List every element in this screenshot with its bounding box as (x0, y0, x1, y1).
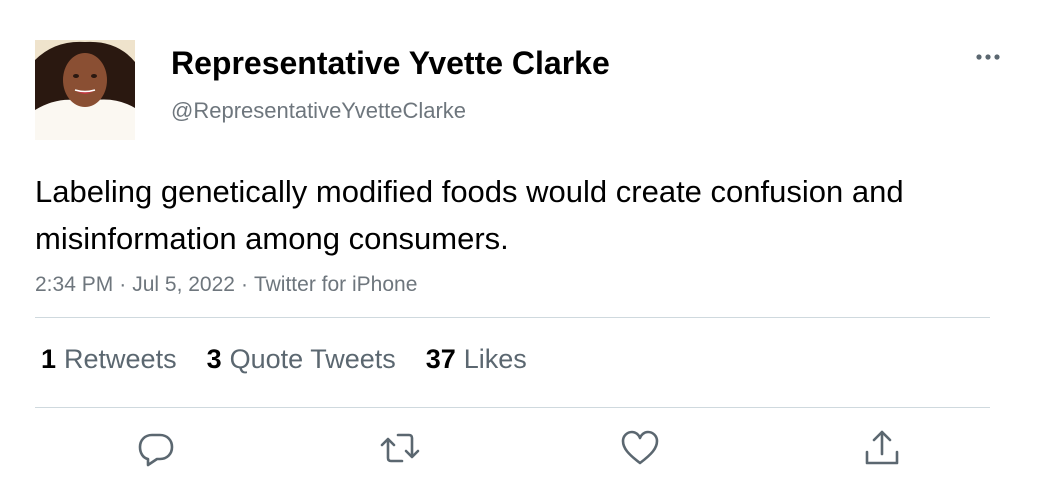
reply-icon[interactable] (136, 428, 176, 468)
likes-count: 37 (425, 344, 456, 374)
divider (35, 407, 990, 408)
retweets-count: 1 (41, 344, 57, 374)
author-handle[interactable]: @RepresentativeYvetteClarke (171, 97, 466, 125)
divider (35, 317, 990, 318)
retweets-label: Retweets (64, 344, 177, 374)
tweet-meta: 2:34 PM · Jul 5, 2022 · Twitter for iPhone (35, 271, 417, 299)
share-icon[interactable] (862, 428, 902, 468)
meta-separator: · (240, 273, 248, 296)
quote-tweets-stat[interactable]: 3 Quote Tweets (207, 342, 396, 376)
quote-tweets-label: Quote Tweets (229, 344, 396, 374)
avatar[interactable] (35, 40, 135, 140)
likes-stat[interactable]: 37 Likes (426, 342, 527, 376)
retweet-icon[interactable] (378, 428, 420, 468)
tweet-date[interactable]: Jul 5, 2022 (132, 273, 235, 296)
heart-icon[interactable] (620, 428, 660, 468)
author-display-name[interactable]: Representative Yvette Clarke (171, 43, 610, 83)
tweet-time[interactable]: 2:34 PM (35, 273, 113, 296)
retweets-stat[interactable]: 1 Retweets (41, 342, 177, 376)
likes-label: Likes (463, 344, 527, 374)
avatar-image (35, 40, 135, 140)
tweet-stats: 1 Retweets 3 Quote Tweets 37 Likes (41, 342, 527, 376)
more-horizontal-icon[interactable] (970, 44, 1006, 70)
meta-separator: · (119, 273, 127, 296)
tweet-text: Labeling genetically modified foods woul… (35, 174, 904, 256)
tweet-source[interactable]: Twitter for iPhone (254, 273, 417, 296)
quote-tweets-count: 3 (206, 344, 222, 374)
